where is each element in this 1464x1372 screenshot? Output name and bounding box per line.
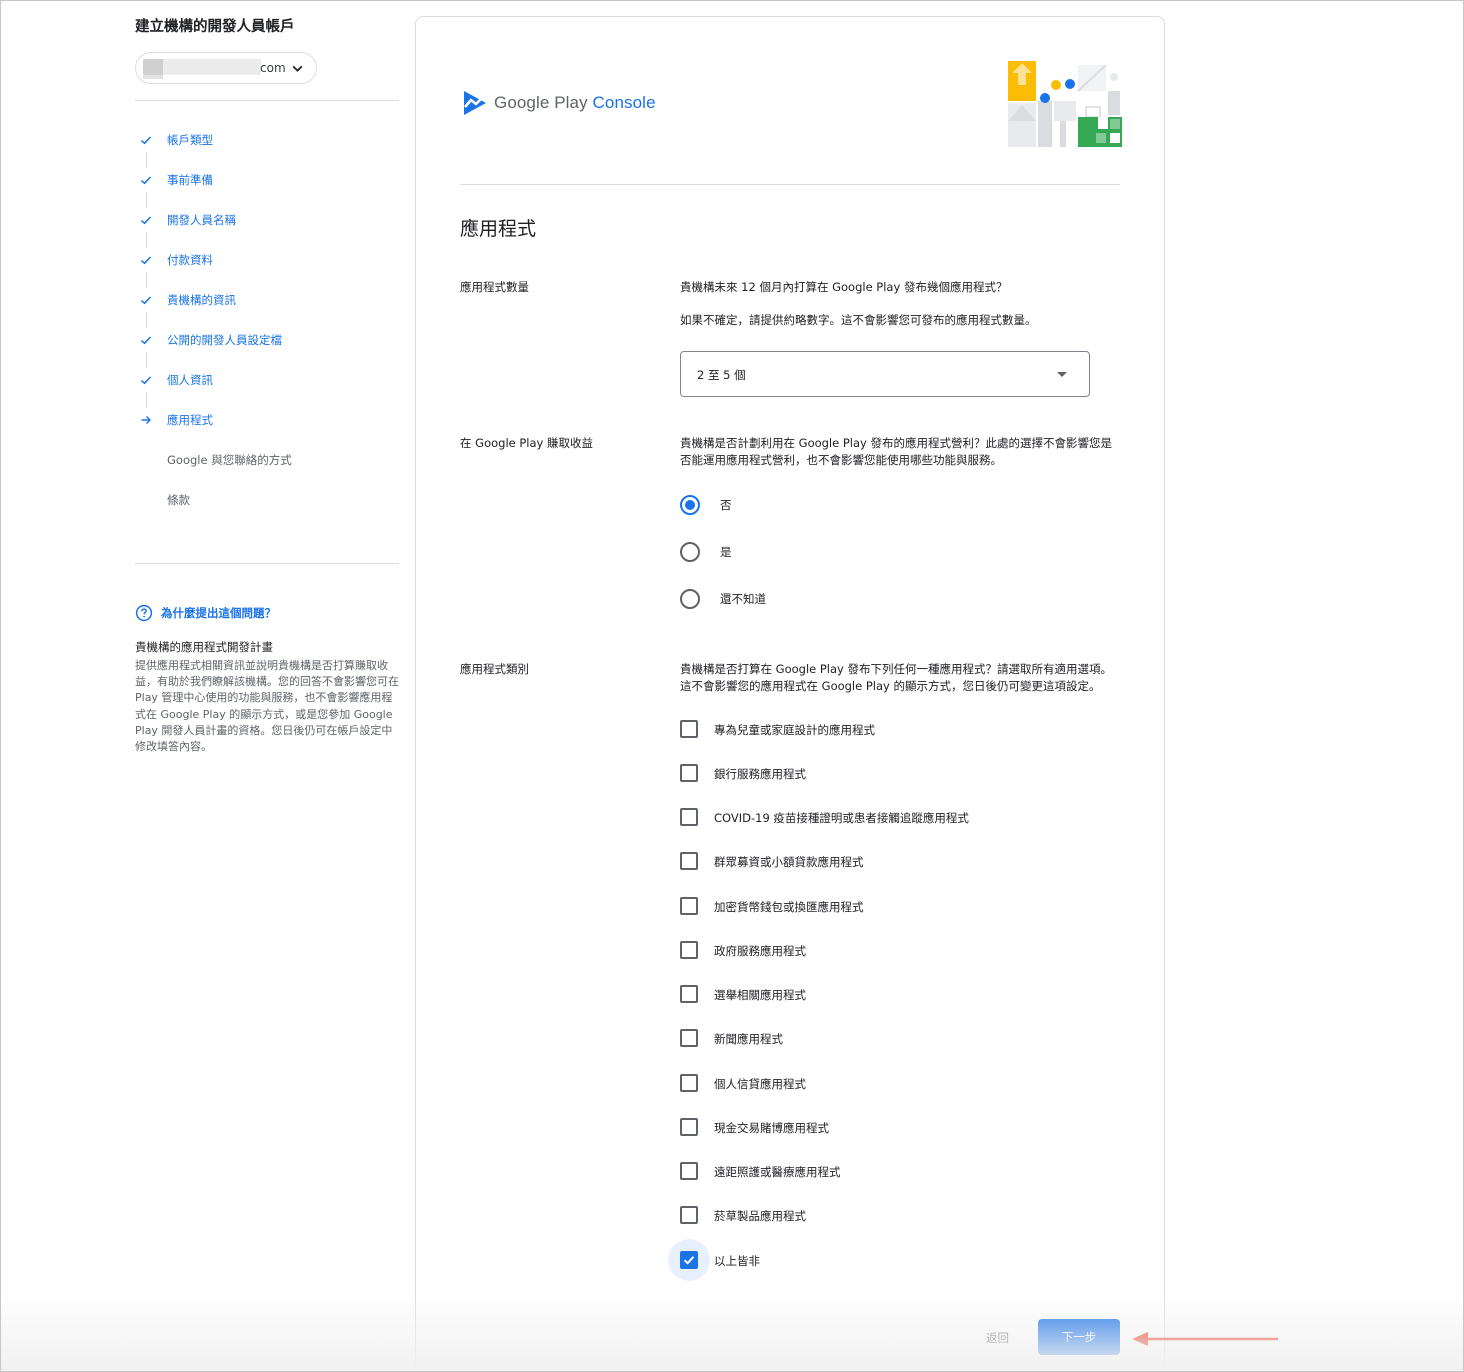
step-label: 公開的開發人員設定檔 xyxy=(167,333,282,347)
sidebar-title: 建立機構的開發人員帳戶 xyxy=(135,19,295,35)
step-organization-info[interactable]: 貴機構的資訊 xyxy=(135,280,399,320)
step-terms: 條款 xyxy=(135,480,399,520)
app-count-select[interactable]: 2 至 5 個 xyxy=(680,351,1090,397)
step-contact: Google 與您聯絡的方式 xyxy=(135,440,399,480)
monetize-label: 在 Google Play 賺取收益 xyxy=(460,436,594,450)
step-developer-name[interactable]: 開發人員名稱 xyxy=(135,200,399,240)
step-label: 事前準備 xyxy=(167,173,213,187)
checkbox[interactable] xyxy=(680,720,698,738)
step-personal-info[interactable]: 個人資訊 xyxy=(135,360,399,400)
check-icon xyxy=(140,256,152,265)
step-label: Google 與您聯絡的方式 xyxy=(167,453,292,467)
why-asked-label: 為什麼提出這個問題？ xyxy=(161,606,276,620)
checkbox[interactable] xyxy=(680,985,698,1003)
help-body: 提供應用程式相關資訊並說明貴機構是否打算賺取收益，有助於我們瞭解該機構。您的回答… xyxy=(135,659,399,754)
app-count-selected-value: 2 至 5 個 xyxy=(697,368,746,382)
app-count-question: 貴機構未來 12 個月內打算在 Google Play 發布幾個應用程式？ xyxy=(680,280,1008,294)
checkmark-icon xyxy=(683,1256,695,1265)
radio-button[interactable] xyxy=(680,495,700,515)
checkbox[interactable] xyxy=(680,897,698,915)
categories-label: 應用程式類別 xyxy=(460,662,529,676)
checkbox-label: 現金交易賭博應用程式 xyxy=(714,1121,829,1135)
radio-label: 是 xyxy=(720,545,732,559)
step-account-type[interactable]: 帳戶類型 xyxy=(135,120,399,160)
step-payment[interactable]: 付款資料 xyxy=(135,240,399,280)
back-button[interactable]: 返回 xyxy=(986,1330,1009,1346)
why-asked-link[interactable]: 為什麼提出這個問題？ xyxy=(135,604,276,622)
annotation-arrow-icon xyxy=(1132,1332,1278,1346)
checkbox-label: 個人信貸應用程式 xyxy=(714,1077,806,1091)
checkbox-label: 群眾募資或小額貸款應用程式 xyxy=(714,855,864,869)
checkbox-label: 新聞應用程式 xyxy=(714,1032,783,1046)
sidebar-divider xyxy=(135,563,399,564)
checkbox[interactable] xyxy=(680,1206,698,1224)
radio-button[interactable] xyxy=(680,542,700,562)
checkbox[interactable] xyxy=(680,1029,698,1047)
check-icon xyxy=(140,296,152,305)
checkbox-label: 菸草製品應用程式 xyxy=(714,1209,806,1223)
step-public-profile[interactable]: 公開的開發人員設定檔 xyxy=(135,320,399,360)
checkbox[interactable] xyxy=(680,808,698,826)
sidebar-divider xyxy=(135,100,399,101)
check-icon xyxy=(140,216,152,225)
monetize-option-no[interactable]: 否 xyxy=(680,493,732,517)
step-label: 個人資訊 xyxy=(167,373,213,387)
radio-label: 否 xyxy=(720,498,732,512)
checkbox-label: 遠距照護或醫療應用程式 xyxy=(714,1165,841,1179)
form-card: Google Play Console 應用程式 應用程式數量 貴機構未來 12… xyxy=(415,16,1165,1372)
step-apps[interactable]: 應用程式 xyxy=(135,400,399,440)
radio-button[interactable] xyxy=(680,589,700,609)
account-email-redacted xyxy=(143,59,261,79)
monetize-question: 貴機構是否計劃利用在 Google Play 發布的應用程式營利？此處的選擇不會… xyxy=(680,436,1112,467)
step-label: 開發人員名稱 xyxy=(167,213,236,227)
account-email-suffix: com xyxy=(260,61,286,75)
checkbox-label: 選舉相關應用程式 xyxy=(714,988,806,1002)
step-label: 應用程式 xyxy=(167,413,213,427)
checkbox[interactable] xyxy=(680,1251,698,1269)
checkbox-label: COVID-19 疫苗接種證明或患者接觸追蹤應用程式 xyxy=(714,811,969,825)
step-preparation[interactable]: 事前準備 xyxy=(135,160,399,200)
logo-console: Console xyxy=(592,93,656,112)
play-console-logo-icon xyxy=(464,91,486,115)
app-count-label: 應用程式數量 xyxy=(460,280,529,294)
check-icon xyxy=(140,136,152,145)
checkbox-label: 以上皆非 xyxy=(714,1254,760,1268)
logo-google-play: Google Play xyxy=(494,93,588,112)
checkbox-label: 專為兒童或家庭設計的應用程式 xyxy=(714,723,875,737)
dropdown-arrow-icon xyxy=(1057,372,1067,377)
checkbox[interactable] xyxy=(680,852,698,870)
help-circle-icon xyxy=(135,604,153,622)
check-icon xyxy=(140,176,152,185)
page-title: 應用程式 xyxy=(460,218,537,240)
monetize-option-yes[interactable]: 是 xyxy=(680,540,732,564)
monetize-option-unknown[interactable]: 還不知道 xyxy=(680,587,766,611)
chevron-down-icon xyxy=(292,65,303,72)
checkbox-label: 銀行服務應用程式 xyxy=(714,767,806,781)
checkbox[interactable] xyxy=(680,764,698,782)
checkbox[interactable] xyxy=(680,1162,698,1180)
app-count-hint: 如果不確定，請提供約略數字。這不會影響您可發布的應用程式數量。 xyxy=(680,313,1037,327)
checkbox[interactable] xyxy=(680,1118,698,1136)
header-illustration xyxy=(1008,61,1122,147)
check-icon xyxy=(140,336,152,345)
step-label: 帳戶類型 xyxy=(167,133,213,147)
step-label: 貴機構的資訊 xyxy=(167,293,236,307)
checkbox-label: 政府服務應用程式 xyxy=(714,944,806,958)
next-button[interactable]: 下一步 xyxy=(1038,1319,1120,1355)
google-play-console-logo: Google Play Console xyxy=(462,89,656,117)
radio-label: 還不知道 xyxy=(720,592,766,606)
account-switcher[interactable]: com xyxy=(135,52,317,84)
checkbox[interactable] xyxy=(680,941,698,959)
arrow-right-icon xyxy=(141,416,151,424)
check-icon xyxy=(140,376,152,385)
checkbox-label: 加密貨幣錢包或換匯應用程式 xyxy=(714,900,864,914)
card-divider xyxy=(460,184,1120,185)
categories-question: 貴機構是否打算在 Google Play 發布下列任何一種應用程式？請選取所有適… xyxy=(680,662,1112,693)
checkbox[interactable] xyxy=(680,1074,698,1092)
help-heading: 貴機構的應用程式開發計畫 xyxy=(135,640,273,654)
step-label: 付款資料 xyxy=(167,253,213,267)
step-label: 條款 xyxy=(167,493,190,507)
